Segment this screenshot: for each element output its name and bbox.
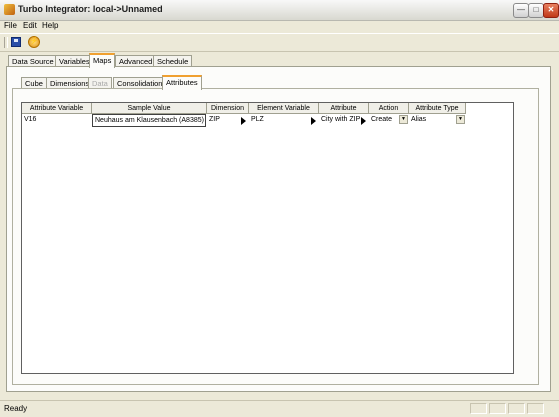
menu-bar: File Edit Help xyxy=(0,20,559,32)
arrow-right-icon[interactable] xyxy=(361,117,366,125)
status-pane xyxy=(489,403,506,414)
menu-file[interactable]: File xyxy=(4,21,17,30)
arrow-right-icon[interactable] xyxy=(241,117,246,125)
close-button[interactable]: ✕ xyxy=(543,3,559,18)
cell-element-variable: PLZ xyxy=(251,116,264,123)
status-text: Ready xyxy=(4,404,28,413)
cell-attribute-variable[interactable]: V16 xyxy=(22,114,92,127)
menu-edit[interactable]: Edit xyxy=(23,21,37,30)
toolbar: ⚡ xyxy=(0,33,559,52)
column-header-sample-value[interactable]: Sample Value xyxy=(92,103,207,114)
minimize-button[interactable]: — xyxy=(513,3,529,18)
menu-help[interactable]: Help xyxy=(42,21,58,30)
maximize-button[interactable]: □ xyxy=(528,3,544,18)
status-pane xyxy=(527,403,544,414)
cell-attribute-type: Alias xyxy=(411,116,427,123)
dimension-selector[interactable]: ZIP xyxy=(207,114,249,127)
status-bar: Ready xyxy=(0,400,559,417)
status-pane xyxy=(508,403,525,414)
app-icon xyxy=(4,4,15,15)
execute-icon[interactable]: ⚡ xyxy=(28,36,40,48)
title-bar: Turbo Integrator: local->Unnamed — □ ✕ xyxy=(0,0,559,21)
window-title: Turbo Integrator: local->Unnamed xyxy=(18,4,163,14)
tab-attributes[interactable]: Attributes xyxy=(162,75,202,90)
save-icon[interactable] xyxy=(11,37,21,47)
attribute-type-dropdown[interactable]: Alias ▼ xyxy=(409,114,466,127)
arrow-right-icon[interactable] xyxy=(311,117,316,125)
column-header-element-variable[interactable]: Element Variable xyxy=(249,103,319,114)
cell-sample-value[interactable]: Neuhaus am Klausenbach (A8385) xyxy=(92,114,206,127)
attribute-selector[interactable]: City with ZIP xyxy=(319,114,369,127)
cell-attribute: City with ZIP xyxy=(321,116,361,123)
status-pane xyxy=(470,403,487,414)
column-header-attribute-variable[interactable]: Attribute Variable xyxy=(22,103,92,114)
toolbar-grip xyxy=(4,37,8,48)
main-window: Turbo Integrator: local->Unnamed — □ ✕ F… xyxy=(0,0,559,416)
chevron-down-icon[interactable]: ▼ xyxy=(456,115,465,124)
action-dropdown[interactable]: Create ▼ xyxy=(369,114,409,127)
cell-dimension: ZIP xyxy=(209,116,220,123)
attributes-grid: Attribute Variable Sample Value Dimensio… xyxy=(21,102,514,374)
tab-maps[interactable]: Maps xyxy=(89,53,116,68)
cell-action: Create xyxy=(371,116,393,123)
column-header-attribute[interactable]: Attribute xyxy=(319,103,369,114)
element-variable-selector[interactable]: PLZ xyxy=(249,114,319,127)
column-header-attribute-type[interactable]: Attribute Type xyxy=(409,103,466,114)
column-header-action[interactable]: Action xyxy=(369,103,409,114)
chevron-down-icon[interactable]: ▼ xyxy=(399,115,408,124)
column-header-dimension[interactable]: Dimension xyxy=(207,103,249,114)
